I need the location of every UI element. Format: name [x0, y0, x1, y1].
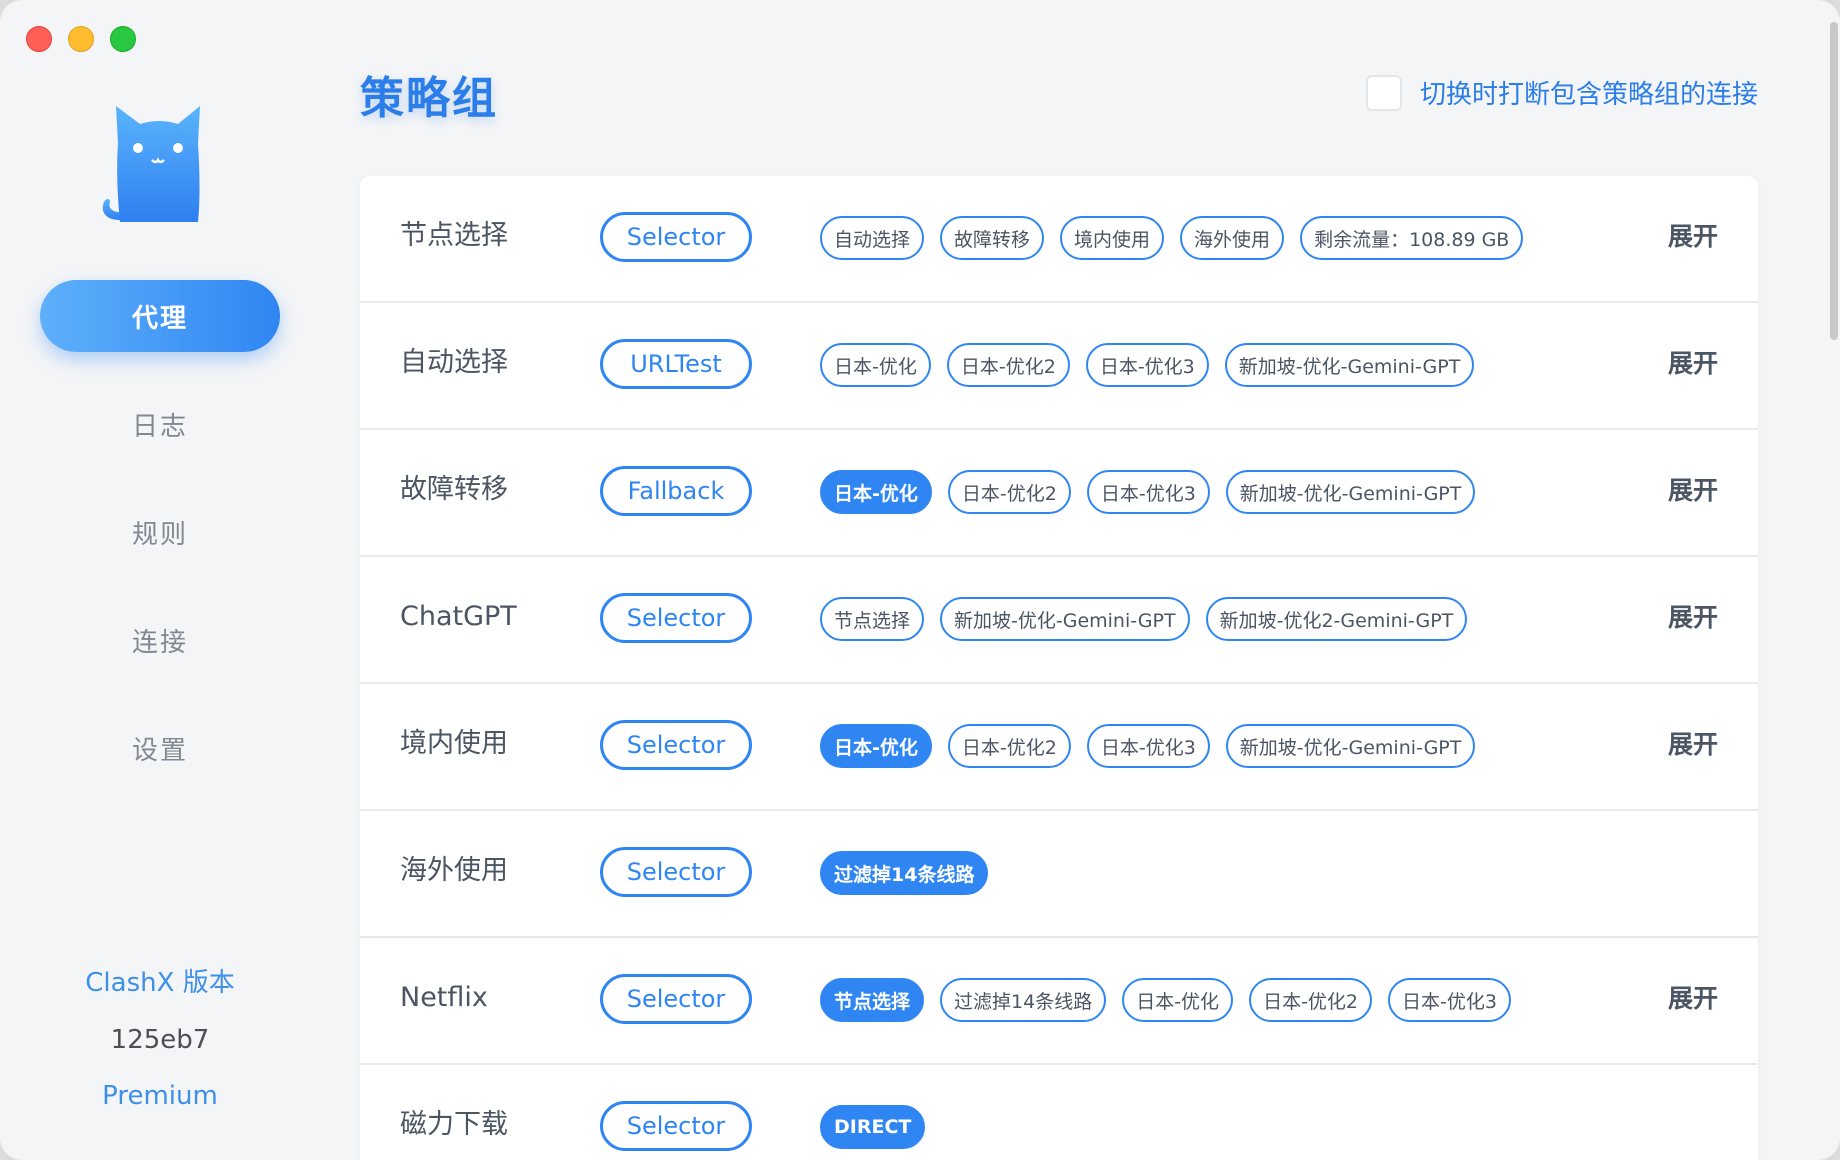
proxy-group-row: ChatGPT Selector 节点选择 新加坡-优化-Gemini-GPT 新加坡-… [360, 557, 1758, 684]
proxy-tags: 日本-优化 日本-优化2 日本-优化3 新加坡-优化-Gemini-GPT [820, 343, 1475, 387]
group-name: Netflix [400, 982, 488, 1013]
sidebar-item-rules[interactable]: 规则 [40, 496, 280, 568]
group-type-badge: Selector [600, 720, 752, 770]
proxy-tag[interactable]: 故障转移 [940, 216, 1045, 260]
proxy-group-row: 自动选择 URLTest 日本-优化 日本-优化2 日本-优化3 新加坡-优化-Gemin… [360, 303, 1758, 430]
proxy-tags: 过滤掉14条线路 [820, 851, 989, 895]
sidebar-nav: 代理 日志 规则 连接 设置 [40, 280, 280, 820]
expand-button[interactable]: 展开 [1668, 684, 1718, 806]
group-type-badge: Selector [600, 974, 752, 1024]
proxy-tag[interactable]: 新加坡-优化-Gemini-GPT [940, 597, 1190, 641]
interrupt-option[interactable]: 切换时打断包含策略组的连接 [1365, 74, 1758, 111]
group-name: 自动选择 [400, 347, 508, 378]
scrollbar[interactable] [1828, 0, 1840, 1160]
cat-icon [102, 106, 200, 222]
group-name: 境内使用 [400, 728, 508, 759]
version-info: ClashX 版本 125eb7 Premium [0, 962, 320, 1111]
proxy-tag[interactable]: 日本-优化2 [947, 724, 1071, 768]
proxy-tags: 日本-优化 日本-优化2 日本-优化3 新加坡-优化-Gemini-GPT [820, 724, 1476, 768]
proxy-tag[interactable]: 日本-优化3 [1085, 343, 1209, 387]
page-title: 策略组 [360, 73, 498, 124]
proxy-group-list: 节点选择 Selector 自动选择 故障转移 境内使用 海外使用 剩余流量：108.89 … [360, 176, 1758, 1160]
version-hash: 125eb7 [110, 1025, 210, 1055]
proxy-tag[interactable]: 自动选择 [820, 216, 925, 260]
proxy-group-row: 境内使用 Selector 日本-优化 日本-优化2 日本-优化3 新加坡-优化-Gemi… [360, 684, 1758, 811]
proxy-tags: DIRECT [820, 1105, 926, 1149]
group-name: 节点选择 [400, 220, 508, 251]
group-type-badge: URLTest [600, 339, 752, 389]
proxy-tag-selected[interactable]: DIRECT [820, 1105, 926, 1149]
group-name: 故障转移 [400, 474, 508, 505]
group-name: 海外使用 [400, 855, 508, 886]
proxy-tag[interactable]: 新加坡-优化2-Gemini-GPT [1205, 597, 1468, 641]
group-type-badge: Selector [600, 1101, 752, 1151]
group-type-badge: Selector [600, 212, 752, 262]
proxy-tag[interactable]: 日本-优化2 [946, 343, 1070, 387]
interrupt-checkbox[interactable] [1365, 74, 1402, 111]
expand-button[interactable]: 展开 [1668, 938, 1718, 1060]
proxy-tag[interactable]: 过滤掉14条线路 [940, 978, 1107, 1022]
sidebar-item-proxy[interactable]: 代理 [40, 280, 280, 352]
group-type-badge: Fallback [600, 466, 752, 516]
group-type-badge: Selector [600, 847, 752, 897]
proxy-tag[interactable]: 海外使用 [1180, 216, 1285, 260]
expand-button[interactable]: 展开 [1668, 557, 1718, 679]
group-name: ChatGPT [400, 601, 517, 632]
sidebar-item-connections[interactable]: 连接 [40, 604, 280, 676]
sidebar-item-settings[interactable]: 设置 [40, 712, 280, 784]
proxy-group-row: Netflix Selector 节点选择 过滤掉14条线路 日本-优化 日本-优化2 日本… [360, 938, 1758, 1065]
proxy-tag[interactable]: 日本-优化3 [1086, 470, 1210, 514]
expand-button[interactable]: 展开 [1668, 303, 1718, 425]
proxy-tag-selected[interactable]: 日本-优化 [820, 724, 932, 768]
sidebar: 代理 日志 规则 连接 设置 ClashX 版本 125eb7 Premium [0, 0, 320, 1160]
proxy-tag[interactable]: 新加坡-优化-Gemini-GPT [1225, 724, 1476, 768]
group-type-badge: Selector [600, 593, 752, 643]
proxy-tag-selected[interactable]: 日本-优化 [820, 470, 932, 514]
expand-button[interactable]: 展开 [1668, 430, 1718, 552]
proxy-group-row: 海外使用 Selector 过滤掉14条线路 [360, 811, 1758, 938]
proxy-tag[interactable]: 日本-优化 [1122, 978, 1234, 1022]
proxy-tag[interactable]: 新加坡-优化-Gemini-GPT [1224, 343, 1475, 387]
proxy-tag[interactable]: 日本-优化2 [1249, 978, 1373, 1022]
proxy-group-row: 磁力下载 Selector DIRECT [360, 1065, 1758, 1160]
proxy-group-row: 节点选择 Selector 自动选择 故障转移 境内使用 海外使用 剩余流量：108.89 … [360, 176, 1758, 303]
proxy-tag[interactable]: 节点选择 [820, 597, 925, 641]
sidebar-item-logs[interactable]: 日志 [40, 388, 280, 460]
proxy-tag[interactable]: 日本-优化2 [947, 470, 1071, 514]
proxy-tags: 节点选择 过滤掉14条线路 日本-优化 日本-优化2 日本-优化3 [820, 978, 1511, 1022]
proxy-tag[interactable]: 日本-优化3 [1086, 724, 1210, 768]
app-window: 代理 日志 规则 连接 设置 ClashX 版本 125eb7 Premium … [0, 0, 1840, 1160]
proxy-group-row: 故障转移 Fallback 日本-优化 日本-优化2 日本-优化3 新加坡-优化-Gemi… [360, 430, 1758, 557]
interrupt-label[interactable]: 切换时打断包含策略组的连接 [1420, 74, 1758, 111]
proxy-tag[interactable]: 日本-优化3 [1388, 978, 1511, 1022]
proxy-tag[interactable]: 新加坡-优化-Gemini-GPT [1225, 470, 1476, 514]
expand-button[interactable]: 展开 [1668, 176, 1718, 298]
version-title: ClashX 版本 [85, 968, 235, 998]
proxy-tags: 日本-优化 日本-优化2 日本-优化3 新加坡-优化-Gemini-GPT [820, 470, 1476, 514]
proxy-tag[interactable]: 剩余流量：108.89 GB [1300, 216, 1524, 260]
proxy-tag[interactable]: 日本-优化 [820, 343, 931, 387]
proxy-tags: 节点选择 新加坡-优化-Gemini-GPT 新加坡-优化2-Gemini-GPT [820, 597, 1468, 641]
version-edition: Premium [102, 1081, 218, 1111]
proxy-tag[interactable]: 境内使用 [1060, 216, 1165, 260]
proxy-tags: 自动选择 故障转移 境内使用 海外使用 剩余流量：108.89 GB [820, 216, 1524, 260]
proxy-tag-selected[interactable]: 节点选择 [820, 978, 925, 1022]
proxy-tag-selected[interactable]: 过滤掉14条线路 [820, 851, 989, 895]
group-name: 磁力下载 [400, 1109, 508, 1140]
scrollbar-thumb[interactable] [1830, 22, 1838, 340]
